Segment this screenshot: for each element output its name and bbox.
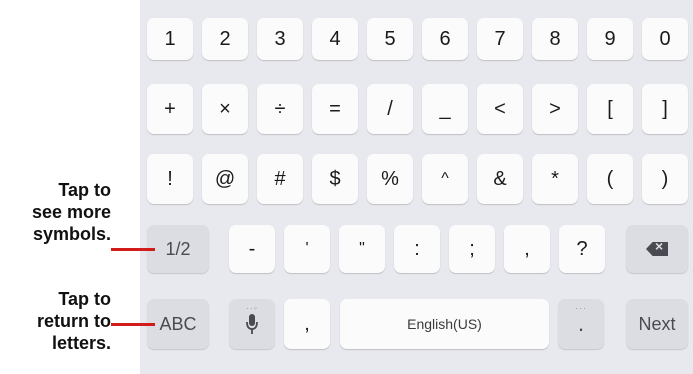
key-3[interactable]: 3 [257,18,303,60]
key-5[interactable]: 5 [367,18,413,60]
backspace-button[interactable] [626,225,688,273]
key-underscore[interactable]: _ [422,84,468,134]
period-label: . [577,311,585,336]
leader-line-symbols [111,248,155,251]
key-right-paren[interactable]: ) [642,154,688,204]
key-apostrophe[interactable]: ' [284,225,330,273]
abc-button[interactable]: ABC [147,299,209,349]
symbol-keyboard: 1 2 3 4 5 6 7 8 9 0 + × ÷ = / _ < > [ ] … [140,0,693,374]
more-symbols-hint-dots: ··· [575,303,587,313]
key-left-bracket[interactable]: [ [587,84,633,134]
annotation-letters-line-2: return to [37,311,111,331]
annotation-letters-line-1: Tap to [58,289,111,309]
key-dollar[interactable]: $ [312,154,358,204]
annotation-letters-line-3: letters. [51,333,111,353]
key-left-paren[interactable]: ( [587,154,633,204]
key-hyphen[interactable]: - [229,225,275,273]
voice-input-button[interactable]: ··◦ [229,299,275,349]
key-equals[interactable]: = [312,84,358,134]
key-1[interactable]: 1 [147,18,193,60]
key-0[interactable]: 0 [642,18,688,60]
key-comma[interactable]: , [504,225,550,273]
key-4[interactable]: 4 [312,18,358,60]
key-2[interactable]: 2 [202,18,248,60]
key-question[interactable]: ? [559,225,605,273]
key-double-quote[interactable]: " [339,225,385,273]
key-divide[interactable]: ÷ [257,84,303,134]
next-button[interactable]: Next [626,299,688,349]
key-plus[interactable]: + [147,84,193,134]
key-hash[interactable]: # [257,154,303,204]
key-caret[interactable]: ^ [422,154,468,204]
key-asterisk[interactable]: * [532,154,578,204]
key-9[interactable]: 9 [587,18,633,60]
key-8[interactable]: 8 [532,18,578,60]
key-slash[interactable]: / [367,84,413,134]
settings-hint-dots: ··◦ [245,303,259,313]
annotation-symbols: Tap to see more symbols. [32,179,111,245]
annotation-symbols-line-1: Tap to [58,180,111,200]
key-exclamation[interactable]: ! [147,154,193,204]
key-percent[interactable]: % [367,154,413,204]
period-key[interactable]: ··· . [558,299,604,349]
key-right-bracket[interactable]: ] [642,84,688,134]
key-at[interactable]: @ [202,154,248,204]
key-semicolon[interactable]: ; [449,225,495,273]
page-toggle-button[interactable]: 1/2 [147,225,209,273]
key-colon[interactable]: : [394,225,440,273]
backspace-icon [646,242,668,256]
key-multiply[interactable]: × [202,84,248,134]
annotation-symbols-line-2: see more [31,202,111,222]
leader-line-letters [111,323,155,326]
comma-key[interactable]: , [284,299,330,349]
key-ampersand[interactable]: & [477,154,523,204]
key-greater-than[interactable]: > [532,84,578,134]
space-bar[interactable]: English(US) [340,299,549,349]
annotation-letters: Tap to return to letters. [37,288,111,354]
annotation-symbols-line-3: symbols. [32,224,111,244]
microphone-icon [245,313,259,335]
key-less-than[interactable]: < [477,84,523,134]
key-7[interactable]: 7 [477,18,523,60]
key-6[interactable]: 6 [422,18,468,60]
